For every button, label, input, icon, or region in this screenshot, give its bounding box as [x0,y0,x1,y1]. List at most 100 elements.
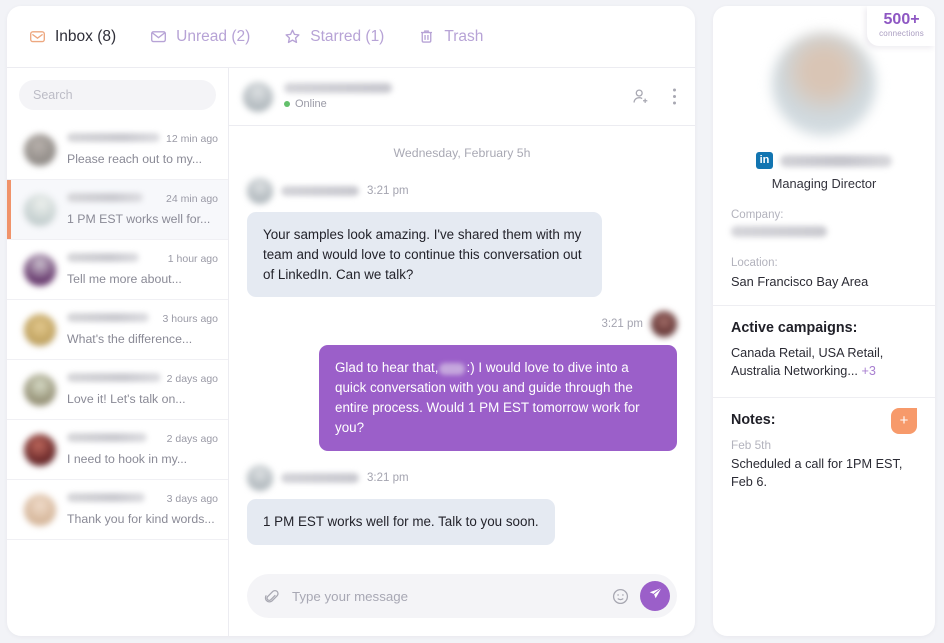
snippet: I need to hook in my... [67,452,188,466]
timestamp: 3:21 pm [367,471,409,484]
avatar [24,493,56,526]
list-item[interactable]: 24 min ago 1 PM EST works well for... [7,180,228,240]
avatar [24,133,56,166]
message-text-before: Glad to hear that, [335,360,439,376]
timestamp: 3:21 pm [367,185,409,197]
timestamp: 12 min ago [166,133,218,145]
app-root: Inbox (8) Unread (2) Starred (1) Trash S… [0,0,944,643]
message-meta: 3:21 pm [247,464,677,491]
campaigns-value: Canada Retail, USA Retail, Australia Net… [731,344,917,381]
avatar [247,464,273,491]
list-item[interactable]: 2 days ago Love it! Let's talk on... [7,360,228,420]
message-list: Wednesday, February 5h 3:21 pm Your samp… [229,126,695,564]
active-campaigns-section: Active campaigns: Canada Retail, USA Ret… [713,306,935,395]
tab-unread-label: Unread (2) [176,27,251,45]
contact-name-redacted [67,253,139,262]
paperclip-icon[interactable] [263,588,280,605]
search-wrap [7,68,228,120]
tab-trash-label: Trash [444,27,484,45]
location-field: Location: San Francisco Bay Area [713,257,935,303]
mail-card: Inbox (8) Unread (2) Starred (1) Trash S… [7,6,695,636]
contact-name-redacted [67,433,147,442]
panes: 12 min ago Please reach out to my... 24 … [7,68,695,636]
search-input[interactable] [19,80,216,110]
contact-name-redacted [67,193,143,202]
online-dot-icon [284,101,290,107]
notes-section: Notes: + Feb 5th Scheduled a call for 1P… [713,398,935,506]
send-button[interactable] [640,581,670,611]
connections-count: 500+ [883,11,920,28]
tab-inbox[interactable]: Inbox (8) [29,28,116,46]
inline-name-redacted [439,362,466,375]
list-item[interactable]: 1 hour ago Tell me more about... [7,240,228,300]
more-vertical-icon[interactable] [672,87,677,106]
avatar [772,32,876,136]
send-paper-plane-icon [648,586,663,606]
company-value-redacted [731,226,827,237]
message-bubble: Glad to hear that,:) I would love to div… [319,345,677,451]
contact-name-redacted [67,493,145,502]
note-text: Scheduled a call for 1PM EST, Feb 6. [731,456,903,490]
add-note-button[interactable]: + [891,407,917,434]
snippet: 1 PM EST works well for... [67,212,211,226]
conversation-list-pane: 12 min ago Please reach out to my... 24 … [7,68,229,636]
tab-trash[interactable]: Trash [418,28,483,46]
snippet: Please reach out to my... [67,152,203,166]
message-outgoing-1: 3:21 pm Glad to hear that,:) I would lov… [247,311,677,451]
company-field: Company: [713,205,935,257]
notes-header: Notes: + [731,407,917,436]
avatar [24,433,56,466]
message-composer [247,574,677,618]
snippet: Love it! Let's talk on... [67,392,186,406]
list-item[interactable]: 3 hours ago What's the difference... [7,300,228,360]
chat-contact-name-redacted [284,83,392,93]
profile-name-redacted [780,154,892,167]
timestamp: 2 days ago [166,433,218,445]
sender-name-redacted [281,472,359,483]
tab-unread[interactable]: Unread (2) [150,28,250,46]
list-item[interactable]: 2 days ago I need to hook in my... [7,420,228,480]
avatar [24,373,56,406]
status-badge: Online [284,98,392,110]
chat-header: Online [229,68,695,126]
profile-role: Managing Director [771,176,877,191]
inbox-envelope-icon [29,28,46,45]
list-item[interactable]: 3 days ago Thank you for kind words... [7,480,228,540]
tab-starred-label: Starred (1) [310,27,385,45]
contact-name-redacted [67,313,149,322]
message-bubble: 1 PM EST works well for me. Talk to you … [247,498,555,545]
contact-name-redacted [67,133,161,142]
notes-title: Notes: [731,411,776,428]
profile-name-row: in [731,152,917,169]
tab-inbox-label: Inbox (8) [55,27,117,45]
avatar [24,313,56,346]
tab-bar: Inbox (8) Unread (2) Starred (1) Trash [7,6,695,68]
timestamp: 3 hours ago [162,313,218,325]
connections-badge: 500+ connections [867,6,935,46]
status-label: Online [295,98,327,110]
linkedin-icon[interactable]: in [756,152,773,169]
message-meta: 3:21 pm [247,311,677,338]
avatar [24,193,56,226]
note-date: Feb 5th [731,437,772,452]
chat-pane: Online Wednesday, February 5h 3:21 pm Yo… [229,68,695,636]
list-item[interactable]: 12 min ago Please reach out to my... [7,120,228,180]
snippet: Tell me more about... [67,272,182,286]
message-bubble: Your samples look amazing. I've shared t… [247,212,602,298]
timestamp: 3 days ago [166,493,218,505]
message-incoming-1: 3:21 pm Your samples look amazing. I've … [247,178,677,298]
conversation-list: 12 min ago Please reach out to my... 24 … [7,120,228,636]
smiley-icon[interactable] [611,587,630,606]
envelope-icon [150,28,167,45]
avatar [24,253,56,286]
message-meta: 3:21 pm [247,178,677,204]
tab-starred[interactable]: Starred (1) [284,28,384,46]
composer-wrap [229,564,695,636]
snippet: What's the difference... [67,332,193,346]
message-input[interactable] [290,587,601,605]
add-person-icon[interactable] [631,87,650,106]
snippet: Thank you for kind words... [67,512,215,526]
company-label: Company: [731,209,784,221]
campaigns-title: Active campaigns: [731,320,858,336]
campaigns-more-link[interactable]: +3 [861,364,875,378]
